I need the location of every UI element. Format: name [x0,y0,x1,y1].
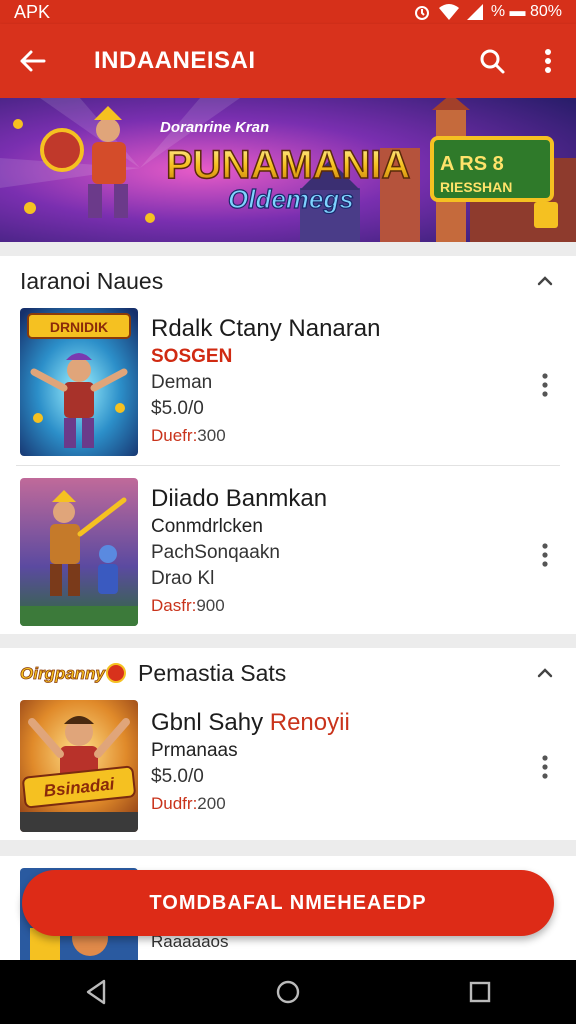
item-more-button[interactable] [534,370,556,400]
list-item[interactable]: Diiado Banmkan Conmdrlcken PachSonqaakn … [0,478,576,648]
more-vert-icon [542,755,548,779]
meta-key: Duefr: [151,426,198,445]
item-more-button[interactable] [534,540,556,570]
wifi-icon [438,4,459,20]
logo-text: Oirgpanny [20,664,107,683]
meta-key: Dasfr: [151,596,197,615]
divider [16,465,560,466]
nav-home-button[interactable] [258,960,318,1024]
nav-back-button[interactable] [66,960,126,1024]
item-details: Gbnl Sahy Renoyii Prmanaas $5.0/0 Dudfr:… [151,700,350,818]
item-description: PachSonqaakn [151,542,280,563]
item-price: $5.0/0 [151,766,204,787]
alarm-icon [414,6,429,20]
banner-kicker: Doranrine Kran [160,119,269,136]
chevron-up-icon[interactable] [534,270,556,292]
page-title: INDAANEISAI [94,47,256,74]
more-vert-icon [542,373,548,397]
item-subtitle: Deman [151,372,213,393]
item-meta: Duefr:300 [151,422,380,450]
chevron-up-icon[interactable] [534,662,556,684]
item-meta: Dudfr:200 [151,790,350,818]
game-thumbnail: Bsinadai [20,700,138,832]
sign-line-2: RIESSHAN [440,179,512,195]
more-vert-icon [542,543,548,567]
more-vert-icon [545,49,551,73]
item-details: Rdalk Ctany Nanaran SOSGEN Deman $5.0/0 … [151,308,380,450]
nav-recents-button[interactable] [450,960,510,1024]
meta-value: 900 [196,596,225,615]
search-button[interactable] [464,24,520,98]
list-item[interactable]: Bsinadai Gbnl Sahy Renoyii Prmanaas $5.0… [0,700,576,870]
back-button[interactable] [0,24,64,98]
search-icon [480,49,505,74]
item-price: $5.0/0 [151,398,204,419]
circle-home-icon [276,980,300,1004]
banner-artwork: A RS 8 RIESSHAN Doranrine Kran PUNAMANIA… [0,98,576,242]
banner-title: PUNAMANIA [166,143,410,187]
app-screen: APK % ▬ 80% INDAANEISAI A RS 8 RIESSHAN … [0,0,576,1024]
section-header-1[interactable]: Iaranoi Naues [0,256,576,306]
thumb-label: DRNIDIK [50,319,108,335]
signal-icon [466,4,483,20]
item-subtitle: Prmanaas [151,740,238,761]
status-left-text: APK [14,1,51,22]
game-thumbnail: DRNIDIK [20,308,138,456]
section-card-1: Iaranoi Naues DRNIDIK Rdalk Ctany Nanara… [0,256,576,634]
status-bar: APK % ▬ 80% [0,0,576,24]
section-header-2[interactable]: Oirgpanny Pemastia Sats [0,648,576,698]
item-more-button[interactable] [534,752,556,782]
sign-line-1: A RS 8 [440,153,504,175]
game-thumbnail [20,478,138,626]
section-card-2: Oirgpanny Pemastia Sats Bsinadai Gbnl Sa… [0,648,576,840]
arrow-left-icon [20,50,46,72]
item-title: Gbnl Sahy Renoyii [151,708,350,738]
battery-text: % ▬ 80% [490,3,562,20]
item-details: Diiado Banmkan Conmdrlcken PachSonqaakn … [151,478,327,620]
item-subtitle: Conmdrlcken [151,516,263,537]
section-logo: Oirgpanny [20,660,126,686]
banner-subtitle: Oldemegs [228,184,354,214]
section-title: Pemastia Sats [138,659,287,686]
overflow-menu-button[interactable] [520,24,576,98]
app-bar: INDAANEISAI [0,24,576,98]
item-extra: Drao Kl [151,568,215,589]
square-recents-icon [469,981,491,1003]
triangle-back-icon [86,979,106,1005]
promo-banner[interactable]: A RS 8 RIESSHAN Doranrine Kran PUNAMANIA… [0,98,576,242]
primary-action-button[interactable]: TOMDBAFAL NMEHEAEDP [22,870,554,936]
item-title: Diiado Banmkan [151,485,328,512]
item-tag: SOSGEN [151,346,233,367]
list-item[interactable]: DRNIDIK Rdalk Ctany Nanaran SOSGEN Deman… [0,308,576,478]
meta-key: Dudfr: [151,794,198,813]
item-title-main: Gbnl Sahy [151,709,270,736]
meta-value: 200 [197,794,226,813]
system-nav-bar [0,960,576,1024]
meta-value: 300 [197,426,226,445]
item-title-highlight: Renoyii [269,709,350,736]
item-title: Rdalk Ctany Nanaran [151,315,381,342]
status-icons: % ▬ 80% [413,3,562,21]
item-meta: Dasfr:900 [151,592,327,620]
section-title: Iaranoi Naues [20,267,164,294]
